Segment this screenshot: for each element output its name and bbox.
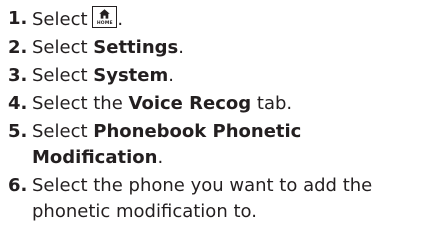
step-4: 4. Select the Voice Recog tab. xyxy=(8,91,424,117)
step-5: 5. Select Phonebook Phonetic Modificatio… xyxy=(8,119,424,171)
step-text: Select Phonebook Phonetic Modification. xyxy=(32,121,301,168)
step-prefix: Select the xyxy=(32,93,123,114)
step-text: Select Settings. xyxy=(32,37,184,58)
step-number: 1. xyxy=(8,8,28,29)
step-number: 4. xyxy=(8,93,28,114)
step-number: 3. xyxy=(8,65,28,86)
step-number: 2. xyxy=(8,37,28,58)
step-prefix: Select xyxy=(32,121,88,142)
step-keyword: System xyxy=(93,65,169,86)
home-icon: HOME xyxy=(92,6,118,28)
step-2: 2. Select Settings. xyxy=(8,35,424,61)
step-number: 5. xyxy=(8,121,28,142)
step-prefix: Select xyxy=(32,9,88,30)
step-6: 6. Select the phone you want to add the … xyxy=(8,173,424,225)
step-text: Select System. xyxy=(32,65,174,86)
step-text: Select the phone you want to add the pho… xyxy=(32,175,373,222)
step-suffix: . xyxy=(178,37,184,58)
step-suffix: . xyxy=(117,9,124,30)
step-keyword: Voice Recog xyxy=(128,93,252,114)
step-text: Select the Voice Recog tab. xyxy=(32,93,292,114)
step-suffix: tab. xyxy=(256,93,293,114)
step-prefix: Select xyxy=(32,65,88,86)
step-1: 1. Select HOME. xyxy=(8,6,424,33)
home-icon-label: HOME xyxy=(96,21,113,26)
step-number: 6. xyxy=(8,175,28,196)
instruction-steps: 1. Select HOME. 2. Select Settings. 3. S… xyxy=(8,6,424,227)
step-text: Select HOME. xyxy=(32,6,124,30)
step-keyword: Settings xyxy=(93,37,179,58)
step-prefix: Select xyxy=(32,37,88,58)
step-suffix: . xyxy=(168,65,174,86)
step-suffix: . xyxy=(157,147,164,168)
step-3: 3. Select System. xyxy=(8,63,424,89)
